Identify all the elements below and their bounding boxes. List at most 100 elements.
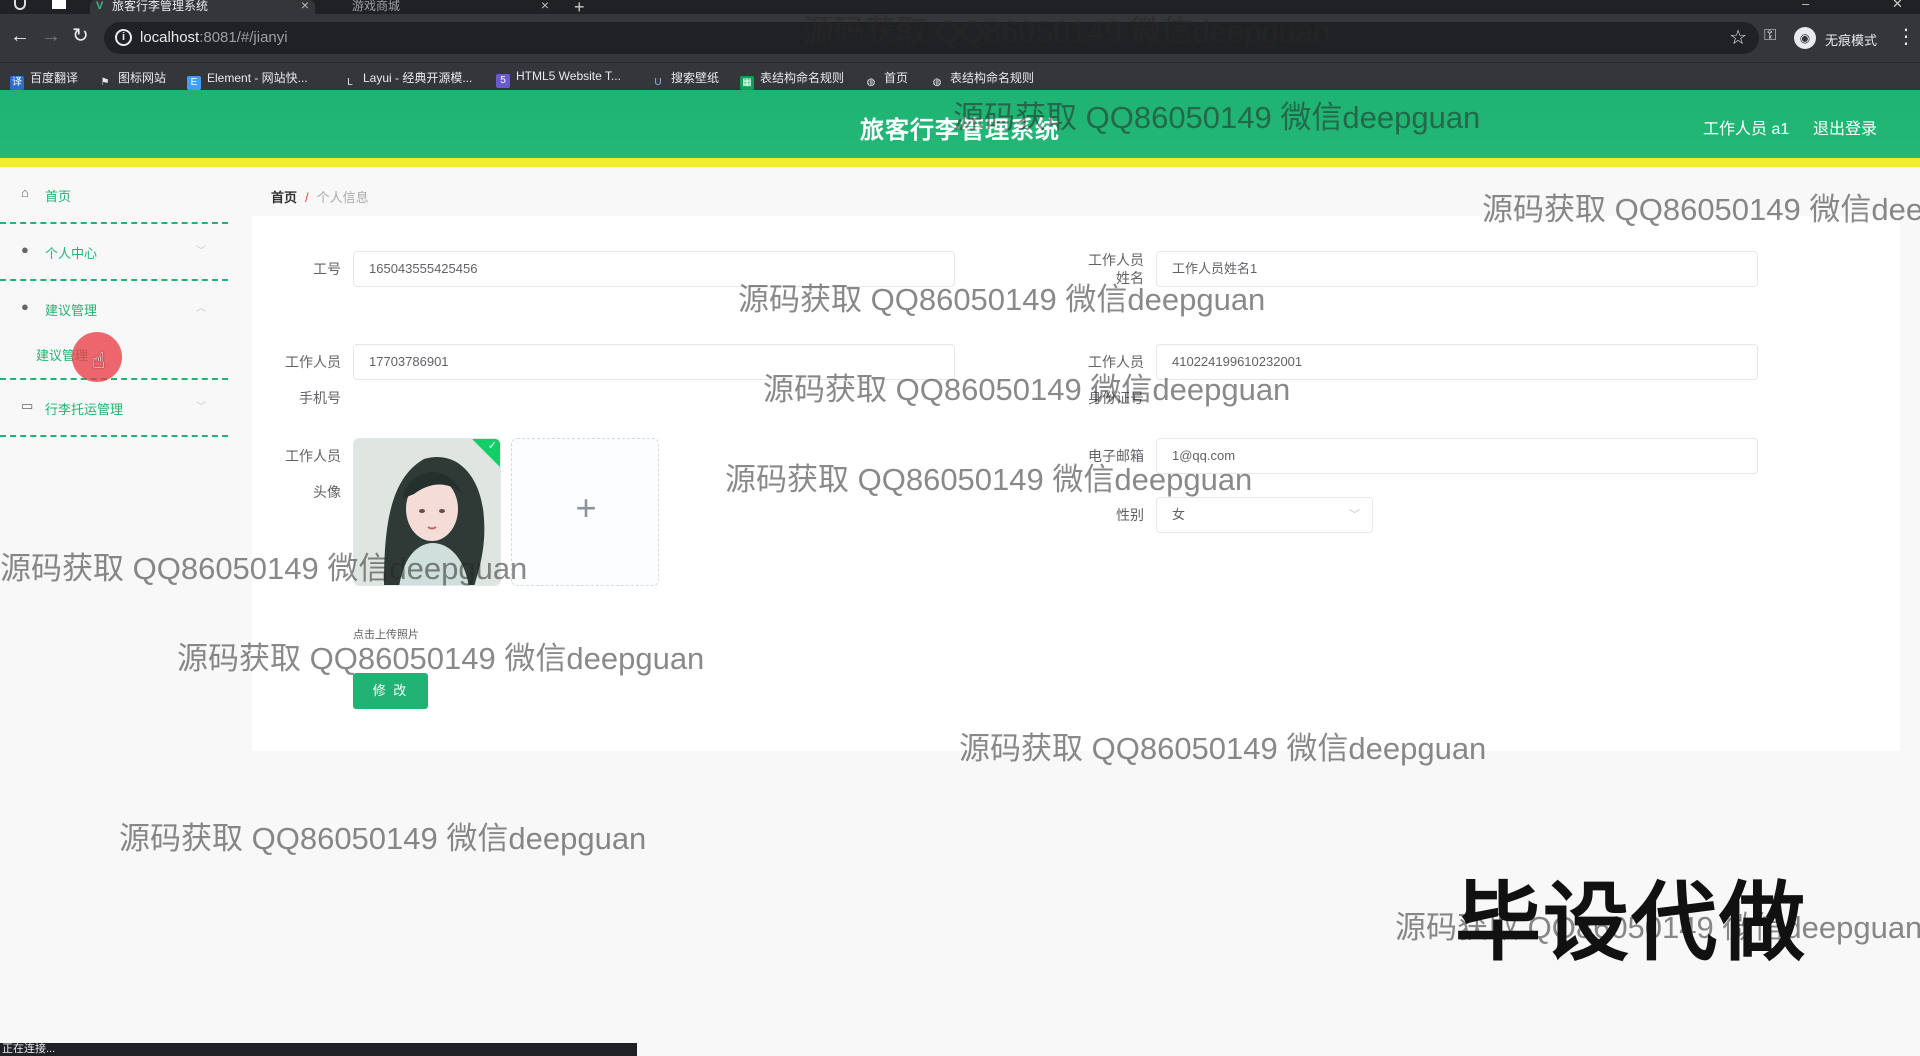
label-line: 身份证号: [1088, 390, 1144, 406]
bookmark-label: 表结构命名规则: [950, 71, 1035, 85]
phone-label: 工作人员手机号: [251, 344, 341, 416]
chevron-down-icon: ﹀: [196, 246, 206, 257]
minimize-icon[interactable]: –: [1802, 0, 1809, 11]
sidebar-item-profile[interactable]: ● 个人中心 ﹀: [0, 224, 228, 281]
sidebar-item-baggage[interactable]: ▭ 行李托运管理 ﹀: [0, 380, 228, 437]
upload-tip: 点击上传照片: [353, 629, 419, 641]
label-line: 工作人员: [1088, 252, 1144, 268]
key-icon[interactable]: ⚿: [1764, 27, 1776, 45]
bookmark-item[interactable]: ◍ 表结构命名规则: [930, 69, 1034, 90]
gender-select[interactable]: 女 ﹀: [1156, 497, 1373, 533]
breadcrumb: 首页 / 个人信息: [271, 187, 369, 206]
element-icon: E: [187, 76, 201, 90]
gonghao-label: 工号: [313, 261, 341, 277]
tab-close-icon[interactable]: ×: [541, 0, 549, 12]
sidebar-item-label: 首页: [45, 189, 72, 204]
label-line: 手机号: [299, 390, 341, 406]
label-line: 头像: [313, 484, 341, 500]
logout-button[interactable]: 退出登录: [1813, 115, 1877, 139]
plus-icon: +: [575, 487, 597, 528]
check-icon: ✓: [487, 440, 497, 452]
gonghao-input[interactable]: 165043555425456: [353, 251, 955, 287]
gender-selected-value: 女: [1172, 507, 1186, 522]
incognito-glyph-icon: [14, 0, 26, 10]
label-line: 工作人员: [1088, 354, 1144, 370]
tab-title: 旅客行李管理系统: [112, 0, 209, 13]
address-bar[interactable]: i localhost:8081/#/jianyi ☆: [104, 22, 1759, 54]
browser-menu-icon[interactable]: ⋮: [1896, 24, 1916, 49]
phone-input[interactable]: 17703786901: [353, 344, 955, 380]
idcard-input[interactable]: 410224199610232001: [1156, 344, 1758, 380]
bookmark-item[interactable]: ⚑ 图标网站: [98, 69, 167, 90]
overlay-banner-text: 毕设代做: [1455, 873, 1807, 973]
label-line: 姓名: [1116, 270, 1144, 286]
avatar-thumbnail[interactable]: ✓: [353, 438, 501, 586]
sidebar-item-label: 建议管理: [45, 303, 98, 318]
idcard-label: 工作人员 身份证号: [1054, 344, 1144, 416]
bookmark-label: 表结构命名规则: [760, 71, 845, 85]
upload-add-button[interactable]: +: [511, 438, 659, 586]
incognito-label[interactable]: 无痕模式: [1825, 30, 1877, 49]
bookmarks-bar: 译百度翻译 ⚑ 图标网站 E Element - 网站快... L Layui - 经…: [0, 62, 1920, 90]
bookmark-label: 百度翻译: [30, 71, 79, 85]
breadcrumb-current: 个人信息: [316, 190, 369, 205]
app-title: 旅客行李管理系统: [860, 117, 1060, 144]
reload-icon[interactable]: ↻: [72, 26, 89, 46]
avatar-label: 工作人员头像: [251, 438, 341, 510]
bookmark-label: 图标网站: [118, 71, 167, 85]
sidebar: ⌂ 首页 ● 个人中心 ﹀ ● 建议管理 ︿ 建议管理 ▭ 行李托运管理 ﹀: [0, 167, 228, 1056]
bookmark-item[interactable]: ◍ 首页: [864, 69, 908, 90]
current-user: 工作人员 a1: [1703, 121, 1790, 138]
chevron-up-icon: ︿: [196, 303, 206, 314]
bookmark-star-icon[interactable]: ☆: [1729, 25, 1747, 50]
bookmark-item[interactable]: ▦ 表结构命名规则: [740, 69, 844, 90]
home-icon: ⌂: [21, 185, 29, 200]
sidebar-item-home[interactable]: ⌂ 首页: [0, 167, 228, 224]
avatar-image: [354, 439, 500, 585]
browser-tab-strip: V 旅客行李管理系统 × 游戏商城 × + – ✕: [0, 0, 1920, 17]
url-host: localhost: [140, 29, 200, 46]
tab-title: 游戏商城: [352, 0, 401, 13]
browser-tab-inactive[interactable]: 游戏商城 ×: [330, 0, 555, 14]
url-path: :8081/#/jianyi: [199, 29, 288, 46]
incognito-icon[interactable]: ◉: [1794, 27, 1816, 49]
globe-icon: ◍: [866, 77, 876, 88]
back-icon[interactable]: ←: [10, 26, 30, 46]
bookmark-label: 搜索壁纸: [671, 71, 720, 85]
site-info-icon[interactable]: i: [115, 29, 132, 46]
tab-search-icon[interactable]: [52, 0, 66, 9]
browser-tab-active[interactable]: V 旅客行李管理系统 ×: [90, 0, 315, 14]
bookmark-label: Layui - 经典开源模...: [363, 71, 473, 85]
email-input[interactable]: 1@qq.com: [1156, 438, 1758, 474]
tab-close-icon[interactable]: ×: [301, 0, 309, 12]
bookmark-item[interactable]: E Element - 网站快...: [187, 69, 308, 90]
label-line: 工作人员: [285, 448, 341, 464]
sidebar-item-label: 个人中心: [45, 246, 98, 261]
bookmark-label: 首页: [884, 71, 909, 85]
flag-icon: ⚑: [100, 77, 110, 88]
breadcrumb-home[interactable]: 首页: [271, 190, 297, 205]
name-label: 工作人员姓名: [1054, 251, 1144, 287]
bookmark-item[interactable]: 译百度翻译: [10, 69, 78, 90]
name-input[interactable]: 工作人员姓名1: [1156, 251, 1758, 287]
globe-icon: ◍: [932, 77, 942, 88]
sidebar-item-label: 行李托运管理: [45, 402, 124, 417]
label-line: 工作人员: [285, 354, 341, 370]
translate-icon: 译: [10, 76, 24, 90]
forward-icon[interactable]: →: [41, 26, 61, 46]
app-header: 旅客行李管理系统 工作人员 a1 退出登录: [0, 90, 1920, 158]
window-close-icon[interactable]: ✕: [1892, 0, 1903, 12]
url-text[interactable]: localhost:8081/#/jianyi: [140, 29, 288, 46]
sheet-icon: ▦: [740, 76, 754, 90]
bookmark-item[interactable]: L Layui - 经典开源模...: [343, 69, 472, 90]
submit-button[interactable]: 修 改: [353, 673, 428, 709]
header-accent-line: [0, 158, 1920, 167]
bookmark-label: Element - 网站快...: [207, 71, 308, 85]
bookmark-item[interactable]: 5 HTML5 Website T...: [496, 69, 621, 88]
user-icon: ●: [21, 242, 29, 257]
gender-label: 性别: [1116, 507, 1144, 523]
hand-cursor-icon: ☝: [92, 348, 106, 373]
chevron-down-icon: ﹀: [196, 402, 206, 413]
browser-toolbar: ← → ↻ i localhost:8081/#/jianyi ☆ ⚿ ◉ 无痕…: [0, 14, 1920, 62]
bookmark-item[interactable]: U 搜索壁纸: [651, 69, 719, 90]
